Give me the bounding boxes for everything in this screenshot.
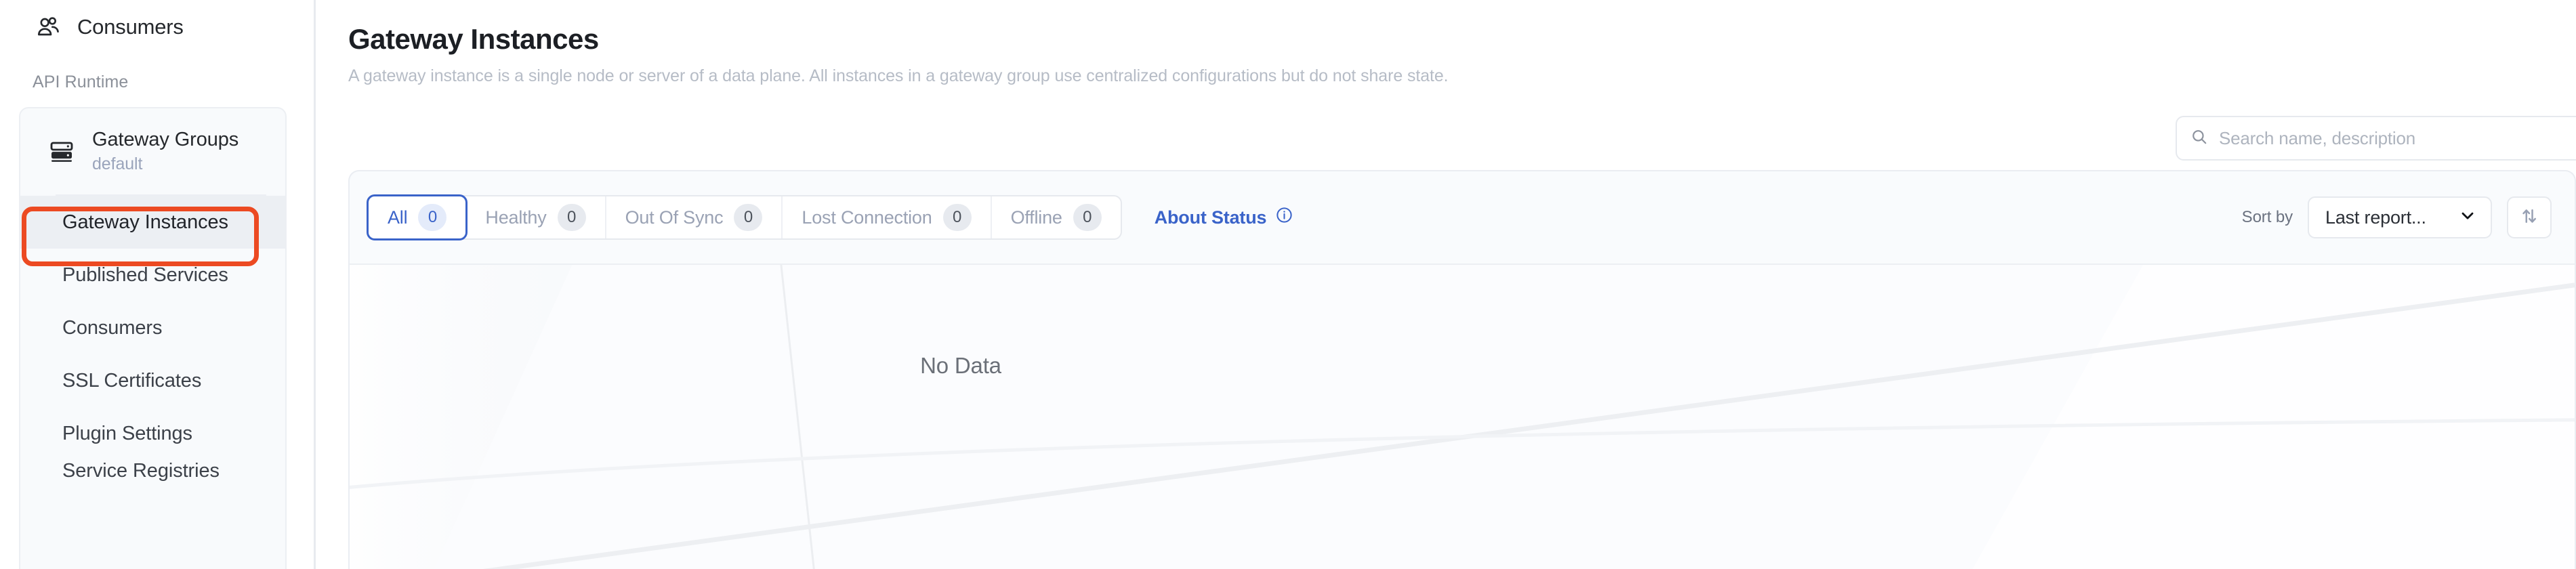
page-title: Gateway Instances [348,23,599,55]
page-description: A gateway instance is a single node or s… [348,66,1449,85]
sort-order-toggle-button[interactable] [2507,196,2552,238]
no-data-message: No Data [920,353,1001,378]
tab-out-of-sync[interactable]: Out Of Sync 0 [606,196,783,238]
sidebar-item-label: Published Services [62,264,228,286]
sidebar-item-service-registries[interactable]: Service Registries [20,460,285,495]
page-header: Gateway Instances A gateway instance is … [316,0,2576,86]
tab-offline[interactable]: Offline 0 [992,196,1121,238]
main-content: Gateway Instances A gateway instance is … [316,0,2576,569]
tab-label: Lost Connection [802,207,932,228]
about-status-label: About Status [1154,207,1267,228]
sidebar-nav-list: Gateway Instances Published Services Con… [20,196,285,509]
empty-state-background-illustration [350,265,2575,569]
info-circle-icon [1275,206,1293,229]
tab-label: Offline [1010,207,1062,228]
sidebar-consumers-label: Consumers [77,15,184,39]
sidebar-item-label: Service Registries [62,460,220,482]
sort-by-select[interactable]: Last report... [2308,196,2492,238]
filter-row: All 0 Healthy 0 Out Of Sync 0 Lost Conne… [350,171,2575,264]
search-placeholder: Search name, description [2219,127,2416,148]
tab-count: 0 [734,204,763,231]
tab-count: 0 [418,204,447,231]
gateway-groups-subtitle: default [92,154,143,173]
about-status-link[interactable]: About Status [1155,206,1294,229]
app-root: Consumers API Runtime Gateway Groups def… [0,0,2576,569]
sort-by-label: Sort by [2241,208,2293,226]
tab-label: Out Of Sync [625,207,724,228]
sidebar-item-label: SSL Certificates [62,369,202,392]
sidebar-item-label: Gateway Instances [62,211,228,233]
empty-state: No Data [350,264,2575,569]
sidebar-item-label: Consumers [62,316,163,339]
chevron-down-icon [2458,206,2477,230]
users-icon [35,14,62,41]
sort-by-value: Last report... [2325,207,2426,228]
status-tabs: All 0 Healthy 0 Out Of Sync 0 Lost Conne… [367,194,1122,240]
gateway-groups-title: Gateway Groups [92,129,239,150]
sidebar-item-ssl-certificates[interactable]: SSL Certificates [20,354,285,407]
tab-count: 0 [942,204,972,231]
toolbar: Search name, description [316,101,2576,166]
sidebar-item-consumers[interactable]: Consumers [20,301,285,354]
sidebar-item-plugin-settings[interactable]: Plugin Settings [20,407,285,460]
tab-lost-connection[interactable]: Lost Connection 0 [783,196,992,238]
tab-count: 0 [557,204,586,231]
tab-count: 0 [1073,204,1102,231]
sidebar-gateway-groups[interactable]: Gateway Groups default [20,108,285,194]
sidebar-nav-card: Gateway Groups default Gateway Instances… [19,107,287,569]
gateway-instances-card: All 0 Healthy 0 Out Of Sync 0 Lost Conne… [348,170,2576,569]
sidebar-item-published-services[interactable]: Published Services [20,249,285,301]
server-icon [47,138,76,166]
tab-all[interactable]: All 0 [367,194,468,240]
tab-label: Healthy [485,207,547,228]
tab-healthy[interactable]: Healthy 0 [466,196,606,238]
sidebar-item-gateway-instances[interactable]: Gateway Instances [20,196,285,249]
sort-controls: Sort by Last report... [2242,196,2552,238]
sort-asc-desc-icon [2519,206,2539,230]
sidebar-item-consumers-top[interactable]: Consumers [0,0,314,42]
tab-label: All [388,207,408,228]
sidebar: Consumers API Runtime Gateway Groups def… [0,0,316,569]
sidebar-item-label: Plugin Settings [62,422,192,444]
search-input[interactable]: Search name, description [2176,116,2576,161]
sidebar-section-title: API Runtime [33,72,129,91]
search-icon [2190,128,2208,149]
